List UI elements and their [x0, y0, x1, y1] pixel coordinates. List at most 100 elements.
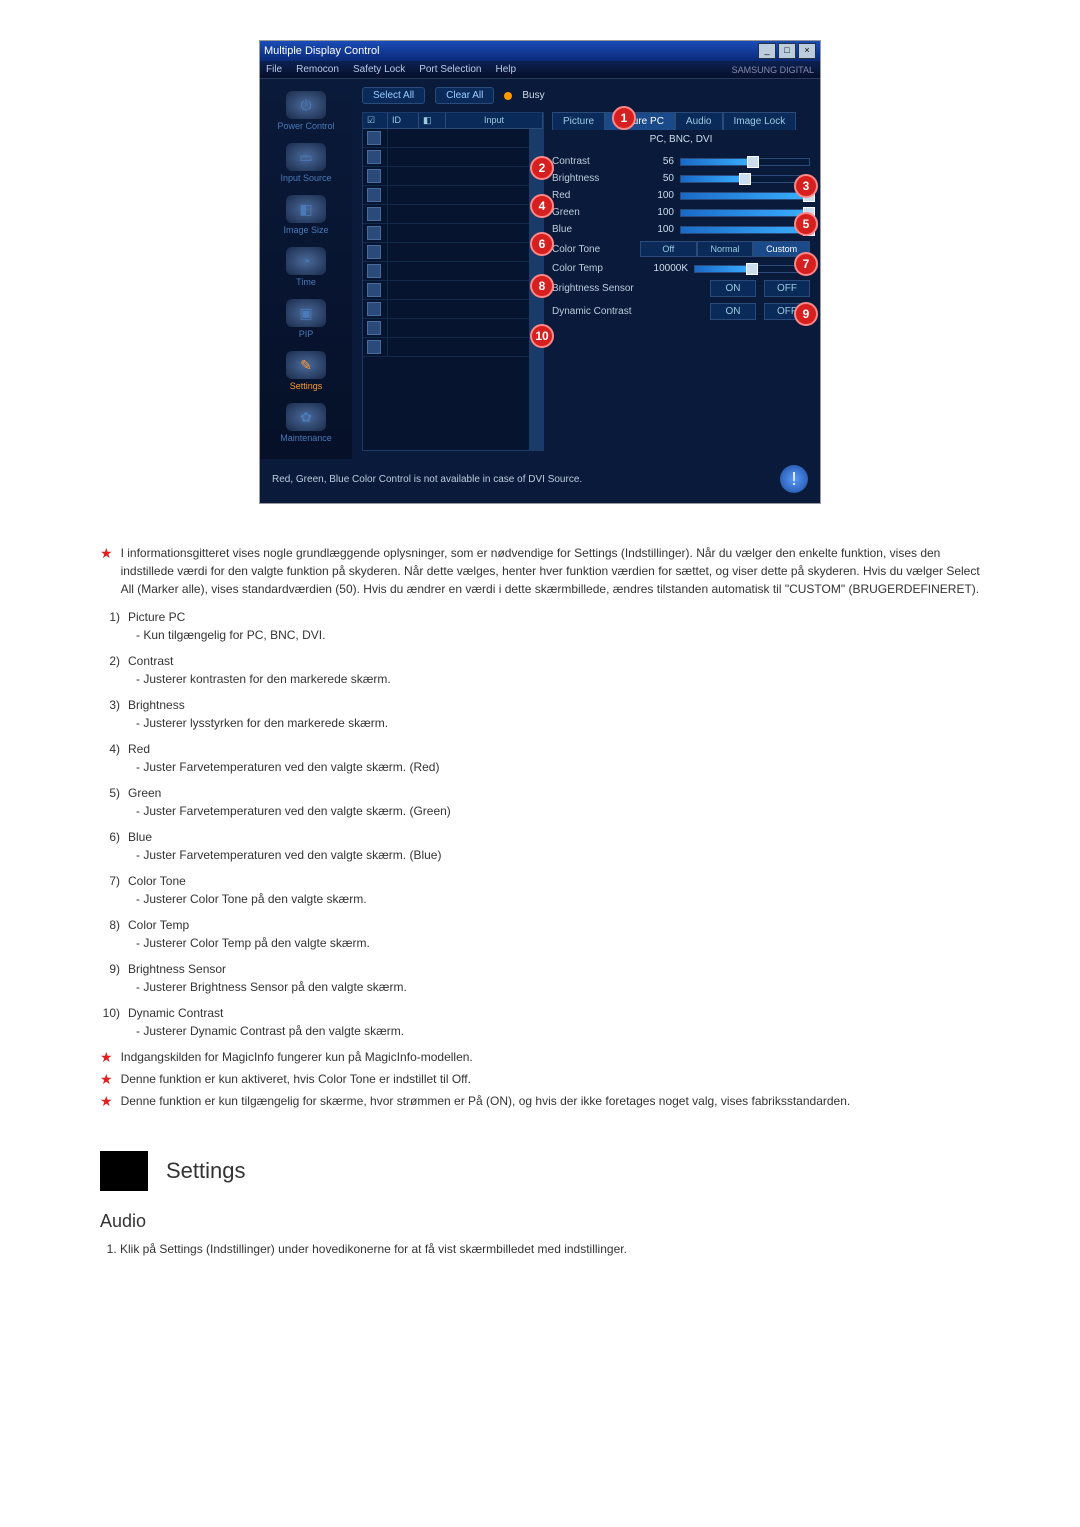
sidebar-item-input-source[interactable]: ▭ Input Source	[260, 139, 352, 191]
sidebar-item-time[interactable]: ◔Time	[260, 243, 352, 295]
input-icon: ▭	[286, 143, 326, 171]
tab-audio[interactable]: Audio	[675, 112, 723, 130]
numbered-list: 1)Picture PC- Kun tilgængelig for PC, BN…	[100, 608, 980, 1040]
callout-7: 7	[794, 252, 818, 276]
footer-message: Red, Green, Blue Color Control is not av…	[272, 474, 582, 485]
menu-port-selection[interactable]: Port Selection	[419, 64, 481, 75]
table-row[interactable]	[363, 167, 529, 186]
table-row[interactable]	[363, 300, 529, 319]
red-label: Red	[552, 190, 634, 201]
grid-header-check[interactable]: ☑	[363, 113, 388, 128]
menu-help[interactable]: Help	[495, 64, 516, 75]
close-button[interactable]: ×	[798, 43, 816, 59]
blue-label: Blue	[552, 224, 634, 235]
list-sub: - Justerer Brightness Sensor på den valg…	[128, 978, 407, 996]
color-temp-value: 10000K	[640, 263, 688, 274]
intro-text: I informationsgitteret vises nogle grund…	[121, 544, 980, 598]
color-temp-slider[interactable]	[694, 265, 810, 273]
settings-panel: Picture Picture PC Audio Image Lock PC, …	[552, 112, 810, 451]
red-value: 100	[640, 190, 674, 201]
list-title: Dynamic Contrast	[128, 1004, 404, 1022]
list-title: Brightness	[128, 696, 388, 714]
note-text: Denne funktion er kun aktiveret, hvis Co…	[121, 1070, 471, 1088]
list-num: 4)	[100, 740, 120, 776]
table-row[interactable]	[363, 224, 529, 243]
table-row[interactable]	[363, 186, 529, 205]
sidebar-item-pip[interactable]: ▣ PIP	[260, 295, 352, 347]
sidebar-item-image-size[interactable]: ◧Image Size	[260, 191, 352, 243]
sidebar-item-label: PIP	[299, 329, 314, 339]
menu-safety-lock[interactable]: Safety Lock	[353, 64, 405, 75]
green-value: 100	[640, 207, 674, 218]
row-contrast: Contrast 56	[552, 153, 810, 170]
list-num: 2)	[100, 652, 120, 688]
table-row[interactable]	[363, 281, 529, 300]
dcontrast-on-button[interactable]: ON	[710, 303, 756, 320]
time-icon: ◔	[286, 247, 326, 275]
table-row[interactable]	[363, 338, 529, 357]
table-row[interactable]	[363, 205, 529, 224]
table-row[interactable]	[363, 319, 529, 338]
color-tone-selector[interactable]: Off Normal Custom	[640, 241, 810, 257]
row-brightness-sensor: Brightness Sensor ON OFF	[552, 277, 810, 300]
menu-file[interactable]: File	[266, 64, 282, 75]
pip-icon: ▣	[286, 299, 326, 327]
sidebar-item-maintenance[interactable]: ✿Maintenance	[260, 399, 352, 451]
display-grid: ☑ ID ◧ Input	[362, 112, 544, 451]
table-row[interactable]	[363, 129, 529, 148]
window-controls: _ □ ×	[758, 43, 816, 59]
list-num: 10)	[100, 1004, 120, 1040]
busy-label: Busy	[522, 90, 544, 101]
menu-remocon[interactable]: Remocon	[296, 64, 339, 75]
bsensor-on-button[interactable]: ON	[710, 280, 756, 297]
green-slider[interactable]	[680, 209, 810, 217]
row-red: Red 100	[552, 187, 810, 204]
sidebar-item-label: Input Source	[280, 173, 331, 183]
brightness-slider[interactable]	[680, 175, 810, 183]
select-all-button[interactable]: Select All	[362, 87, 425, 104]
color-tone-label: Color Tone	[552, 244, 634, 255]
clear-all-button[interactable]: Clear All	[435, 87, 494, 104]
red-slider[interactable]	[680, 192, 810, 200]
minimize-button[interactable]: _	[758, 43, 776, 59]
tab-picture[interactable]: Picture	[552, 112, 605, 130]
grid-header-status: ◧	[419, 113, 446, 128]
list-title: Brightness Sensor	[128, 960, 407, 978]
row-dynamic-contrast: Dynamic Contrast ON OFF	[552, 300, 810, 323]
row-brightness: Brightness 50	[552, 170, 810, 187]
list-num: 8)	[100, 916, 120, 952]
bsensor-off-button[interactable]: OFF	[764, 280, 810, 297]
image-size-icon: ◧	[286, 195, 326, 223]
section-header: Settings	[100, 1151, 1020, 1191]
table-row[interactable]	[363, 148, 529, 167]
grid-header-input: Input	[446, 113, 543, 128]
list-num: 1)	[100, 608, 120, 644]
sidebar-item-label: Power Control	[277, 121, 334, 131]
blue-slider[interactable]	[680, 226, 810, 234]
source-subhead: PC, BNC, DVI	[552, 130, 810, 153]
row-green: Green 100	[552, 204, 810, 221]
list-num: 7)	[100, 872, 120, 908]
color-temp-label: Color Temp	[552, 263, 634, 274]
list-sub: - Juster Farvetemperaturen ved den valgt…	[128, 846, 441, 864]
list-title: Contrast	[128, 652, 391, 670]
footer-note: Red, Green, Blue Color Control is not av…	[260, 459, 820, 503]
tone-normal[interactable]: Normal	[697, 241, 754, 257]
callout-4: 4	[530, 194, 554, 218]
list-title: Blue	[128, 828, 441, 846]
grid-header-id: ID	[388, 113, 419, 128]
star-icon: ★	[100, 544, 113, 598]
green-label: Green	[552, 207, 634, 218]
list-sub: - Juster Farvetemperaturen ved den valgt…	[128, 802, 451, 820]
sidebar-item-power-control[interactable]: ⏻Power Control	[260, 87, 352, 139]
tab-image-lock[interactable]: Image Lock	[723, 112, 797, 130]
table-row[interactable]	[363, 243, 529, 262]
contrast-slider[interactable]	[680, 158, 810, 166]
callout-9: 9	[794, 302, 818, 326]
row-color-tone: Color Tone Off Normal Custom	[552, 238, 810, 260]
list-title: Green	[128, 784, 451, 802]
tone-off[interactable]: Off	[640, 241, 697, 257]
maximize-button[interactable]: □	[778, 43, 796, 59]
sidebar-item-settings[interactable]: ✎Settings	[260, 347, 352, 399]
table-row[interactable]	[363, 262, 529, 281]
